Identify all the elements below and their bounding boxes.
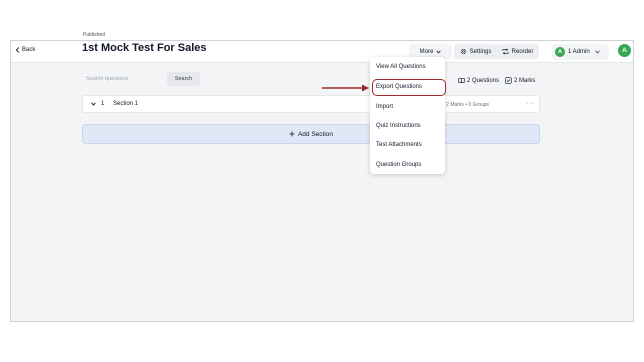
marks-count-label: 2 Marks	[514, 77, 536, 84]
more-label: More	[419, 48, 434, 55]
search-input[interactable]	[82, 72, 160, 86]
status-label: Published	[83, 32, 105, 38]
add-section-label: Add Section	[297, 130, 334, 138]
admin-label: 1 Admin	[568, 49, 590, 55]
back-label: Back	[22, 47, 36, 53]
questions-count-label: 2 Questions	[467, 77, 500, 84]
gear-icon	[460, 48, 466, 55]
admin-avatar: A	[555, 47, 565, 57]
settings-button[interactable]: Settings	[454, 44, 497, 59]
back-button[interactable]: Back	[15, 47, 35, 53]
search-button[interactable]: Search	[167, 72, 200, 86]
questions-count: 2 Questions	[458, 77, 499, 84]
add-section-button[interactable]: Add Section	[82, 124, 540, 144]
more-dropdown-menu: View All Questions Export Questions Impo…	[370, 57, 445, 174]
book-icon	[458, 78, 465, 83]
page-title: 1st Mock Test For Sales	[82, 42, 207, 54]
reorder-label: Reorder	[511, 48, 534, 55]
chevron-down-icon	[594, 50, 600, 54]
settings-label: Settings	[469, 48, 492, 55]
reorder-button[interactable]: Reorder	[496, 44, 539, 59]
section-number: 1	[101, 101, 105, 107]
menu-item-export-questions[interactable]: Export Questions	[376, 84, 422, 90]
menu-item-import[interactable]: Import	[376, 104, 393, 110]
menu-item-question-groups[interactable]: Question Groups	[376, 162, 421, 168]
reorder-icon	[502, 48, 509, 55]
checkbox-icon	[505, 77, 512, 84]
marks-count: 2 Marks	[505, 77, 535, 84]
menu-item-quiz-instructions[interactable]: Quiz Instructions	[376, 123, 421, 129]
profile-avatar[interactable]: A	[618, 44, 631, 57]
section-menu-icon[interactable]: ···	[526, 100, 535, 107]
menu-item-view-all-questions[interactable]: View All Questions	[376, 64, 426, 70]
chevron-down-icon	[436, 50, 442, 54]
admin-selector[interactable]: A 1 Admin	[552, 44, 609, 60]
section-name: Section 1	[113, 101, 139, 107]
chevron-left-icon	[15, 47, 20, 53]
section-row[interactable]: 1 Section 1 uestions • 2 Marks • 0 Group…	[82, 95, 540, 113]
plus-icon	[289, 131, 295, 137]
chevron-down-icon[interactable]	[91, 102, 96, 106]
menu-item-test-attachments[interactable]: Test Attachments	[376, 142, 422, 148]
